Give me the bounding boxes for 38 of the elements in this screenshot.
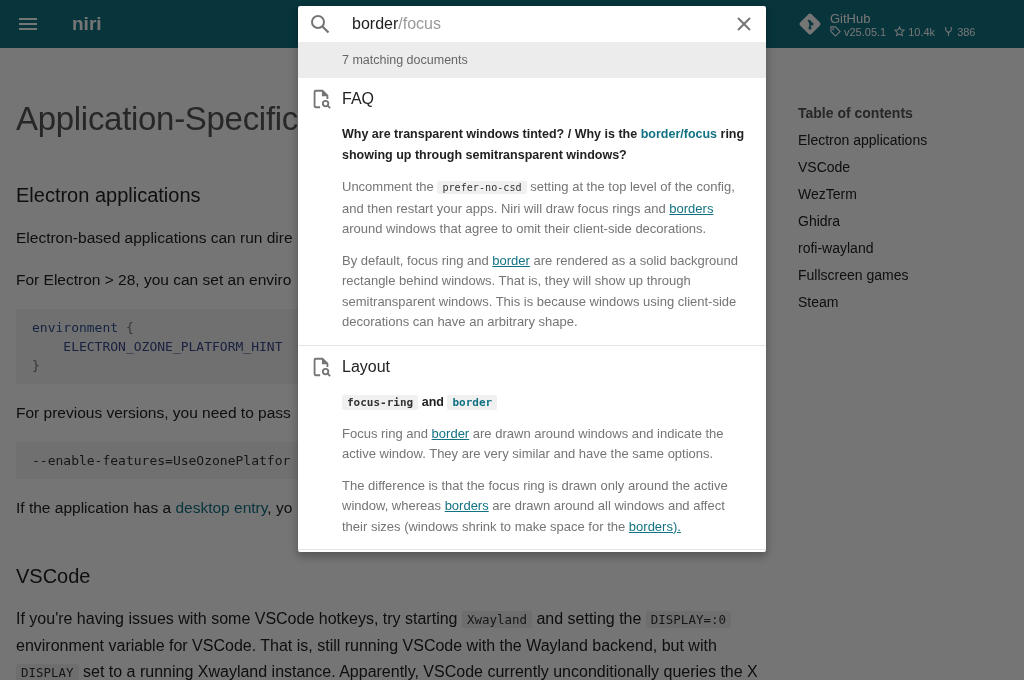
fork-icon xyxy=(943,26,955,37)
paragraph: If the application has a desktop entry, yo xyxy=(16,498,293,518)
link[interactable]: borders xyxy=(444,498,489,513)
search-icon xyxy=(308,12,332,36)
result-excerpt: The difference is that the focus ring is drawn only around the active window, whereas borders are drawn around all windows and affect their sizes (windows shrink to make space for the borders). xyxy=(342,476,729,536)
search-field[interactable]: border/focus xyxy=(298,6,766,42)
result-title: Layout xyxy=(342,357,391,376)
result-title: FAQ xyxy=(342,90,374,108)
result-heading: focus-ring and border xyxy=(342,391,748,413)
fork-count: 386 xyxy=(957,25,976,38)
toc-link[interactable]: rofi-wayland xyxy=(798,235,928,262)
paragraph: For previous versions, you need to pass xyxy=(16,403,291,423)
link[interactable]: borders xyxy=(669,200,714,216)
section-heading: Electron applications xyxy=(16,183,201,208)
paragraph: For Electron > 28, you can set an enviro xyxy=(16,270,292,290)
toc-link[interactable]: Fullscreen games xyxy=(798,262,928,289)
link[interactable]: borders). xyxy=(628,518,681,534)
section-heading: VSCode xyxy=(16,564,91,589)
paragraph: Electron-based applications can run dire xyxy=(16,228,293,248)
tag-icon xyxy=(830,26,841,37)
site-title[interactable]: niri xyxy=(72,13,102,35)
version-label: v25.05.1 xyxy=(844,25,887,38)
toc-link[interactable]: Electron applications xyxy=(798,127,928,154)
toc-link[interactable]: Ghidra xyxy=(798,208,928,235)
result-heading: Why are transparent windows tinted? / Why is the border/focus ring showing up through semitransparent windows? xyxy=(342,126,746,164)
star-count: 10.4k xyxy=(908,25,936,38)
toc-link[interactable]: VSCode xyxy=(798,154,928,181)
toc-link[interactable]: WezTerm xyxy=(798,181,928,208)
toc-title: Table of contents xyxy=(798,104,914,123)
repository-name[interactable]: GitHub xyxy=(830,10,981,26)
link[interactable]: border xyxy=(492,252,530,268)
paragraph: If you're having issues with some VSCode hotkeys, try starting Xwayland and setting the DISPLAY=:0 environment variable for VSCode. That is, still running VSCode with the Wayland backend, but with DISPLAY set to a running Xwayland instance. Apparently, VSCode currently unconditionally queries the X xyxy=(16,609,759,680)
link[interactable]: border xyxy=(431,425,470,441)
star-icon xyxy=(894,26,906,37)
result-count: 7 matching documents xyxy=(298,42,766,78)
page-title: Application-Specific xyxy=(16,99,298,139)
result-excerpt: Uncomment the prefer-no-csd setting at the top level of the config, and then restart your apps. Niri will draw focus rings and borders around windows that agree to omit their client-side decorations. xyxy=(342,178,736,238)
toc-link[interactable]: Steam xyxy=(798,289,928,316)
